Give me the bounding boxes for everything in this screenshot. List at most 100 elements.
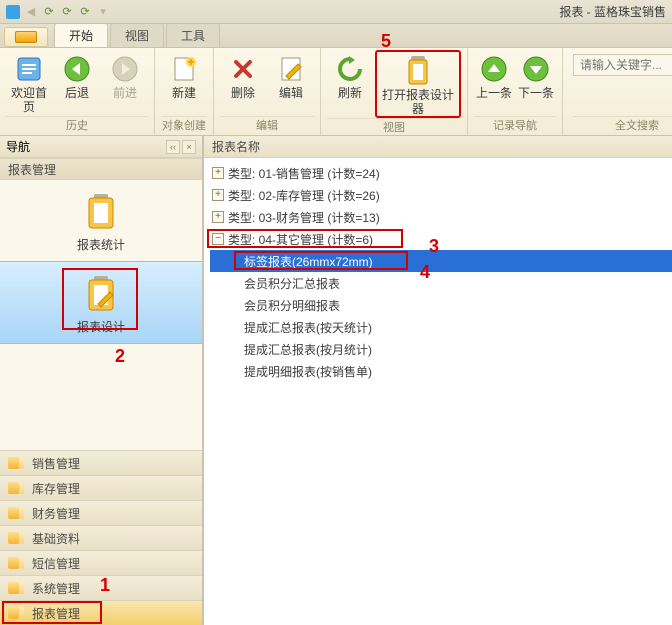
new-button[interactable]: 新建 [161,50,207,116]
home-button[interactable]: 欢迎首页 [6,50,52,116]
report-stats-block[interactable]: 报表统计 [0,180,202,261]
ribbon-group-create: 新建 对象创建 [155,48,214,135]
qa-refresh1-icon[interactable]: ⟳ [42,5,56,19]
back-icon [62,54,92,84]
annotation-3: 3 [429,236,439,257]
content-panel: 报表名称 + 类型: 01-销售管理 (计数=24) + 类型: 02-库存管理 (… [204,136,672,625]
expand-icon[interactable]: + [212,167,224,179]
tree-item-label: 会员积分汇总报表 [244,275,340,292]
acc-finance[interactable]: 财务管理 [0,500,202,525]
acc-label: 财务管理 [32,505,80,522]
back-button[interactable]: 后退 [54,50,100,116]
tree-item-label: 提成明细报表(按销售单) [244,363,372,380]
annotation-5: 5 [381,31,391,52]
highlight-box-1 [2,601,102,624]
delete-label: 删除 [231,86,255,100]
tree-group[interactable]: + 类型: 02-库存管理 (计数=26) [210,184,672,206]
group-view-label: 视图 [327,118,461,137]
tree-group[interactable]: + 类型: 01-销售管理 (计数=24) [210,162,672,184]
prev-record-button[interactable]: 上一条 [474,50,514,116]
ribbon-group-view: 刷新 打开报表设计器 视图 [321,48,468,135]
qa-refresh3-icon[interactable]: ⟳ [78,5,92,19]
group-history-label: 历史 [6,116,148,135]
tab-tools[interactable]: 工具 [166,23,220,47]
tree-item-label: 提成汇总报表(按天统计) [244,319,372,336]
nav-close-button[interactable]: × [182,140,196,154]
nav-title: 导航 [6,138,30,155]
prev-record-label: 上一条 [476,86,512,100]
nav-section-body: 报表统计 报表设计 [0,180,202,344]
tab-view[interactable]: 视图 [110,23,164,47]
edit-button[interactable]: 编辑 [268,50,314,116]
tree-group[interactable]: −类型: 04-其它管理 (计数=6) [210,228,672,250]
group-create-label: 对象创建 [161,116,207,135]
tree-item[interactable]: 提成汇总报表(按天统计) [210,316,672,338]
acc-sales[interactable]: 销售管理 [0,450,202,475]
tree-item[interactable]: 标签报表(26mmx72mm) [210,250,672,272]
ribbon-group-search: 全文搜索 [563,48,672,135]
tree-group-label: 类型: 03-财务管理 (计数=13) [228,209,380,226]
qa-back-icon[interactable]: ◀ [24,5,38,19]
tab-start[interactable]: 开始 [54,23,108,47]
new-icon [169,54,199,84]
annotation-2: 2 [115,346,125,367]
folder-icon [8,457,24,469]
tree-group-label: 类型: 01-销售管理 (计数=24) [228,165,380,182]
ribbon-group-recordnav: 上一条 下一条 记录导航 [468,48,563,135]
column-header[interactable]: 报表名称 [204,136,672,158]
tree-item[interactable]: 提成汇总报表(按月统计) [210,338,672,360]
home-icon [14,54,44,84]
open-designer-button[interactable]: 打开报表设计器 [375,50,461,118]
report-stats-label: 报表统计 [77,236,125,253]
forward-button[interactable]: 前进 [102,50,148,116]
nav-header: 导航 ‹‹ × [0,136,202,158]
acc-inventory[interactable]: 库存管理 [0,475,202,500]
acc-sms[interactable]: 短信管理 [0,550,202,575]
acc-label: 基础资料 [32,530,80,547]
ribbon-group-edit: 删除 编辑 编辑 [214,48,321,135]
refresh-button[interactable]: 刷新 [327,50,373,118]
tree-item-label: 提成汇总报表(按月统计) [244,341,372,358]
acc-label: 系统管理 [32,580,80,597]
delete-button[interactable]: 删除 [220,50,266,116]
designer-icon [403,56,433,86]
app-icon [6,5,20,19]
arrow-down-icon [521,54,551,84]
tree-item-label: 会员积分明细报表 [244,297,340,314]
qa-refresh2-icon[interactable]: ⟳ [60,5,74,19]
nav-pin-button[interactable]: ‹‹ [166,140,180,154]
tabstrip: 开始 视图 工具 [0,24,672,48]
app-menu-button[interactable] [4,27,48,47]
search-input[interactable] [573,54,672,76]
annotation-4: 4 [420,262,430,283]
folder-icon [8,557,24,569]
acc-label: 销售管理 [32,455,80,472]
refresh-label: 刷新 [338,86,362,100]
tree-group-label: 类型: 02-库存管理 (计数=26) [228,187,380,204]
next-record-button[interactable]: 下一条 [516,50,556,116]
acc-reports[interactable]: 报表管理 [0,600,202,625]
folder-icon [8,532,24,544]
arrow-up-icon [479,54,509,84]
tree-item[interactable]: 会员积分汇总报表 [210,272,672,294]
highlight-box-2 [62,268,138,330]
annotation-1: 1 [100,575,110,596]
report-design-block[interactable]: 报表设计 [0,261,202,344]
tree-group[interactable]: + 类型: 03-财务管理 (计数=13) [210,206,672,228]
nav-spacer [0,344,202,450]
delete-icon [228,54,258,84]
nav-section-title: 报表管理 [0,158,202,180]
expand-icon[interactable]: + [212,211,224,223]
new-label: 新建 [172,86,196,100]
acc-basic[interactable]: 基础资料 [0,525,202,550]
clipboard-icon [84,192,118,232]
back-label: 后退 [65,86,89,100]
qa-dropdown-icon[interactable]: ▾ [96,5,110,19]
expand-icon[interactable]: + [212,189,224,201]
nav-panel: 导航 ‹‹ × 报表管理 报表统计 报表设计 销售管理 [0,136,204,625]
next-record-label: 下一条 [518,86,554,100]
tree-item[interactable]: 会员积分明细报表 [210,294,672,316]
tree-item[interactable]: 提成明细报表(按销售单) [210,360,672,382]
acc-label: 库存管理 [32,480,80,497]
highlight-box-4 [234,251,408,270]
